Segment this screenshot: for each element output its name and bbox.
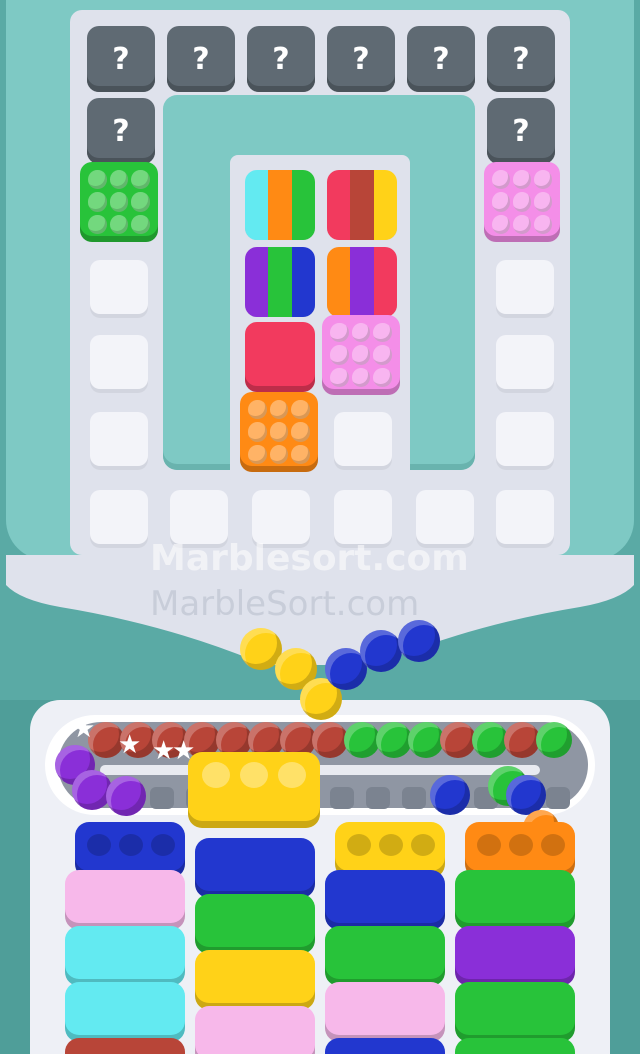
empty-slot [90,412,148,470]
striped-tile-orange-purple-red[interactable] [327,247,397,317]
empty-slot [334,412,392,470]
conveyor-marble-red [312,722,348,758]
cup-green[interactable] [455,982,575,1042]
cup-hole [151,834,175,856]
cup-hole [119,834,143,856]
cup-hole [411,834,435,856]
mystery-tile[interactable]: ? [487,98,555,164]
falling-marble-blue [360,630,402,672]
mystery-tile[interactable]: ? [407,26,475,92]
conveyor-marble-green [344,722,380,758]
question-mark-icon: ? [272,41,290,77]
mystery-tile[interactable]: ? [247,26,315,92]
empty-slot [496,412,554,470]
conveyor-marble-green [408,722,444,758]
green-dotted-tile[interactable] [80,162,158,242]
striped-tile-cyan-orange-green[interactable] [245,170,315,240]
track-marker [546,787,570,809]
cup-hole [541,834,565,856]
empty-slot [90,335,148,393]
conveyor-marble-blue [430,775,470,815]
question-mark-icon: ? [112,41,130,77]
conveyor-rail [100,765,540,775]
cup-hole [477,834,501,856]
cup-blue[interactable] [195,838,315,898]
falling-marble-blue [398,620,440,662]
cup-lightpink[interactable] [195,1006,315,1054]
track-marker [150,787,174,809]
question-mark-icon: ? [112,113,130,149]
pink-dotted-tile-right[interactable] [484,162,560,242]
cup-hole [509,834,533,856]
empty-slot [496,335,554,393]
conveyor-marble-red [504,722,540,758]
mystery-tile[interactable]: ? [167,26,235,92]
cup-lightpink[interactable] [65,870,185,930]
cup-cyan[interactable] [65,926,185,986]
watermark-subtext: MarbleSort.com [150,584,420,624]
conveyor-marble-blue [506,775,546,815]
pink-dotted-tile-center[interactable] [322,315,400,395]
game-screen: ???????? Marblesort.com MarbleSort.com ★… [0,0,640,1054]
cup-hole [240,762,268,788]
crimson-plain-tile[interactable] [245,322,315,392]
conveyor-marble-red [440,722,476,758]
star-icon: ★ [118,730,142,760]
cup-red[interactable] [65,1038,185,1054]
cup-hole [87,834,111,856]
empty-slot [496,260,554,318]
cup-green[interactable] [455,870,575,930]
watermark-text: Marblesort.com [150,538,469,579]
cup-hole [347,834,371,856]
active-cup-yellow[interactable] [188,752,320,828]
track-marker [402,787,426,809]
cup-green[interactable] [325,926,445,986]
cup-hole [278,762,306,788]
question-mark-icon: ? [432,41,450,77]
mystery-tile[interactable]: ? [87,26,155,92]
conveyor-marble-green [376,722,412,758]
striped-tile-purple-green-blue[interactable] [245,247,315,317]
conveyor-marble-green [536,722,572,758]
empty-slot [90,490,148,548]
cup-lightpink[interactable] [325,982,445,1042]
conveyor-marble-purple [106,776,146,816]
striped-tile-red-brown-yellow[interactable] [327,170,397,240]
cup-cyan[interactable] [65,982,185,1042]
question-mark-icon: ? [512,113,530,149]
mystery-tile[interactable]: ? [487,26,555,92]
cup-yellow[interactable] [195,950,315,1010]
cup-hole [379,834,403,856]
cup-hole [202,762,230,788]
question-mark-icon: ? [512,41,530,77]
mystery-tile[interactable]: ? [327,26,395,92]
cup-green[interactable] [455,1038,575,1054]
track-marker [366,787,390,809]
star-icon: ★ [72,714,96,744]
empty-slot [496,490,554,548]
question-mark-icon: ? [192,41,210,77]
orange-dotted-tile[interactable] [240,392,318,472]
mystery-tile[interactable]: ? [87,98,155,164]
conveyor-marble-green [472,722,508,758]
cup-blue[interactable] [325,870,445,930]
question-mark-icon: ? [352,41,370,77]
cup-green[interactable] [195,894,315,954]
cup-purple[interactable] [455,926,575,986]
empty-slot [90,260,148,318]
cup-blue[interactable] [325,1038,445,1054]
track-marker [330,787,354,809]
